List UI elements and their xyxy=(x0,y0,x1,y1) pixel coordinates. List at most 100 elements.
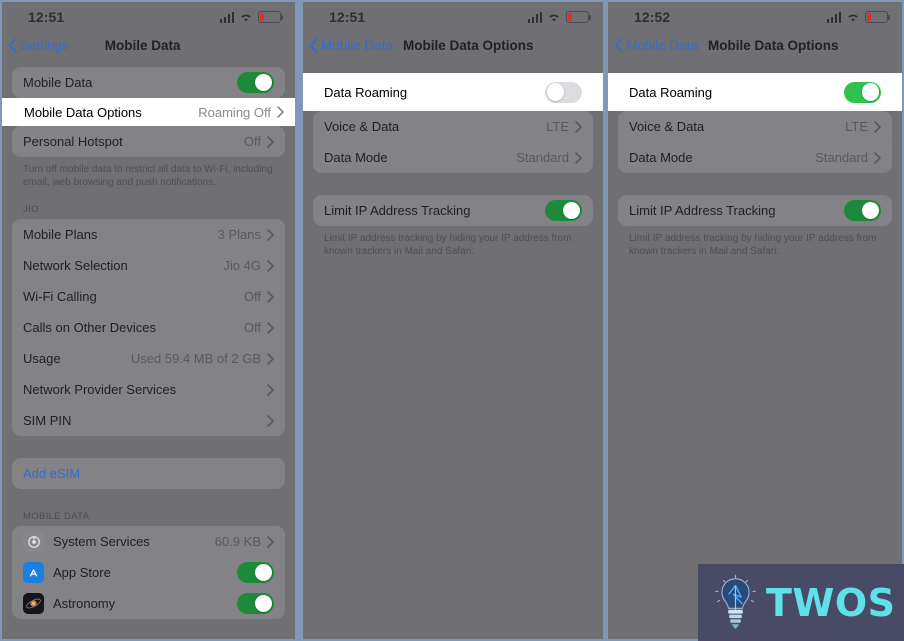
mobile-data-toggle[interactable] xyxy=(237,72,274,93)
back-button[interactable]: Mobile Data xyxy=(309,38,393,53)
section-header-mobile-data: MOBILE DATA xyxy=(23,511,90,522)
footer-limit-ip: Limit IP address tracking by hiding your… xyxy=(629,233,877,257)
chevron-right-icon xyxy=(267,290,274,303)
group-data-options: Voice & Data LTE Data Mode Standard xyxy=(618,111,892,173)
row-mobile-data[interactable]: Mobile Data xyxy=(12,67,285,98)
battery-low-icon xyxy=(566,11,592,23)
row-label: Voice & Data xyxy=(324,119,400,134)
row-mobile-plans[interactable]: Mobile Plans 3 Plans xyxy=(12,219,285,250)
row-label: Data Mode xyxy=(324,150,388,165)
chevron-right-icon xyxy=(267,135,274,148)
chevron-right-icon xyxy=(267,383,274,396)
spotlight-mobile-data-options: Mobile Data Options Roaming Off xyxy=(2,98,295,126)
row-label: Wi-Fi Calling xyxy=(23,289,97,304)
row-usage[interactable]: Usage Used 59.4 MB of 2 GB xyxy=(12,343,285,374)
nav-bar: Mobile Data Mobile Data Options xyxy=(303,32,603,58)
back-button[interactable]: Mobile Data xyxy=(614,38,698,53)
footer-limit-ip: Limit IP address tracking by hiding your… xyxy=(324,233,572,257)
chevron-right-icon xyxy=(267,259,274,272)
row-add-esim[interactable]: Add eSIM xyxy=(12,458,285,489)
group-mobile-data-apps: System Services 60.9 KB App Store Astron… xyxy=(12,526,285,619)
row-app-store[interactable]: App Store xyxy=(12,557,285,588)
app-store-icon xyxy=(23,562,44,583)
spotlight-data-roaming: Data Roaming xyxy=(303,73,603,111)
chevron-right-icon xyxy=(267,414,274,427)
row-label: Limit IP Address Tracking xyxy=(324,203,471,218)
group-add-esim: Add eSIM xyxy=(12,458,285,489)
row-calls-on-other-devices[interactable]: Calls on Other Devices Off xyxy=(12,312,285,343)
status-time: 12:52 xyxy=(634,9,671,25)
row-value: 3 Plans xyxy=(217,227,261,242)
group-personal-hotspot: Personal Hotspot Off xyxy=(12,126,285,157)
chevron-right-icon xyxy=(267,321,274,334)
group-jio: Mobile Plans 3 Plans Network Selection J… xyxy=(12,219,285,436)
row-label: Data Roaming xyxy=(629,84,713,100)
row-data-mode[interactable]: Data Mode Standard xyxy=(618,142,892,173)
row-data-roaming[interactable]: Data Roaming xyxy=(618,77,892,107)
row-label: Usage xyxy=(23,351,61,366)
panel-mobile-data-options-roaming-off: 12:51 Mobile Data Mobile Data Options Da… xyxy=(303,2,603,639)
section-header-jio: JIO xyxy=(23,204,39,215)
row-personal-hotspot[interactable]: Personal Hotspot Off xyxy=(12,126,285,157)
back-button[interactable]: Settings xyxy=(8,38,69,53)
row-label: Mobile Plans xyxy=(23,227,98,242)
system-services-icon xyxy=(23,531,44,552)
app-store-toggle[interactable] xyxy=(237,562,274,583)
chevron-left-icon xyxy=(8,37,17,53)
cellular-bars-icon xyxy=(826,11,841,23)
status-time: 12:51 xyxy=(329,9,366,25)
chevron-right-icon xyxy=(575,120,582,133)
row-data-mode[interactable]: Data Mode Standard xyxy=(313,142,593,173)
row-value: LTE xyxy=(845,119,868,134)
row-network-provider-services[interactable]: Network Provider Services xyxy=(12,374,285,405)
status-icons xyxy=(826,11,891,23)
row-limit-ip-address-tracking[interactable]: Limit IP Address Tracking xyxy=(618,195,892,226)
chevron-left-icon xyxy=(309,37,318,53)
cellular-bars-icon xyxy=(527,11,542,23)
row-wifi-calling[interactable]: Wi-Fi Calling Off xyxy=(12,281,285,312)
row-value: Roaming Off xyxy=(198,104,271,120)
wifi-icon xyxy=(547,12,561,23)
row-value: 60.9 KB xyxy=(214,534,261,549)
nav-bar: Settings Mobile Data xyxy=(2,32,295,58)
screenshot-root: 12:51 Settings Mobile Data Mobile Data M… xyxy=(0,0,904,641)
chevron-right-icon xyxy=(267,535,274,548)
row-system-services[interactable]: System Services 60.9 KB xyxy=(12,526,285,557)
status-bar: 12:51 xyxy=(303,2,603,32)
group-limit-ip: Limit IP Address Tracking xyxy=(618,195,892,226)
row-label: Personal Hotspot xyxy=(23,134,123,149)
data-roaming-toggle[interactable] xyxy=(545,81,582,103)
status-icons xyxy=(527,11,592,23)
spotlight-data-roaming: Data Roaming xyxy=(608,73,902,111)
status-icons xyxy=(219,11,284,23)
row-mobile-data-options[interactable]: Mobile Data Options Roaming Off xyxy=(2,98,295,126)
lightbulb-icon xyxy=(715,574,756,629)
row-value: Used 59.4 MB of 2 GB xyxy=(130,351,261,366)
battery-low-icon xyxy=(258,11,284,23)
group-mobile-data: Mobile Data xyxy=(12,67,285,98)
row-data-roaming[interactable]: Data Roaming xyxy=(313,77,593,107)
data-roaming-toggle[interactable] xyxy=(844,81,881,103)
page-title: Mobile Data Options xyxy=(708,37,839,53)
row-limit-ip-address-tracking[interactable]: Limit IP Address Tracking xyxy=(313,195,593,226)
chevron-left-icon xyxy=(614,37,623,53)
limit-ip-tracking-toggle[interactable] xyxy=(545,200,582,221)
row-label: Data Roaming xyxy=(324,84,408,100)
row-sim-pin[interactable]: SIM PIN xyxy=(12,405,285,436)
row-network-selection[interactable]: Network Selection Jio 4G xyxy=(12,250,285,281)
row-value: Jio 4G xyxy=(223,258,261,273)
nav-bar: Mobile Data Mobile Data Options xyxy=(608,32,902,58)
row-value: Off xyxy=(243,289,261,304)
row-voice-and-data[interactable]: Voice & Data LTE xyxy=(618,111,892,142)
row-voice-and-data[interactable]: Voice & Data LTE xyxy=(313,111,593,142)
panel-mobile-data-options-roaming-on: 12:52 Mobile Data Mobile Data Options Da… xyxy=(608,2,902,639)
row-label: Calls on Other Devices xyxy=(23,320,156,335)
group-data-options: Voice & Data LTE Data Mode Standard xyxy=(313,111,593,173)
limit-ip-tracking-toggle[interactable] xyxy=(844,200,881,221)
row-value: Off xyxy=(243,134,261,149)
row-value: LTE xyxy=(546,119,569,134)
astronomy-toggle[interactable] xyxy=(237,593,274,614)
row-label: SIM PIN xyxy=(23,413,72,428)
row-label: Network Selection xyxy=(23,258,128,273)
row-astronomy[interactable]: Astronomy xyxy=(12,588,285,619)
